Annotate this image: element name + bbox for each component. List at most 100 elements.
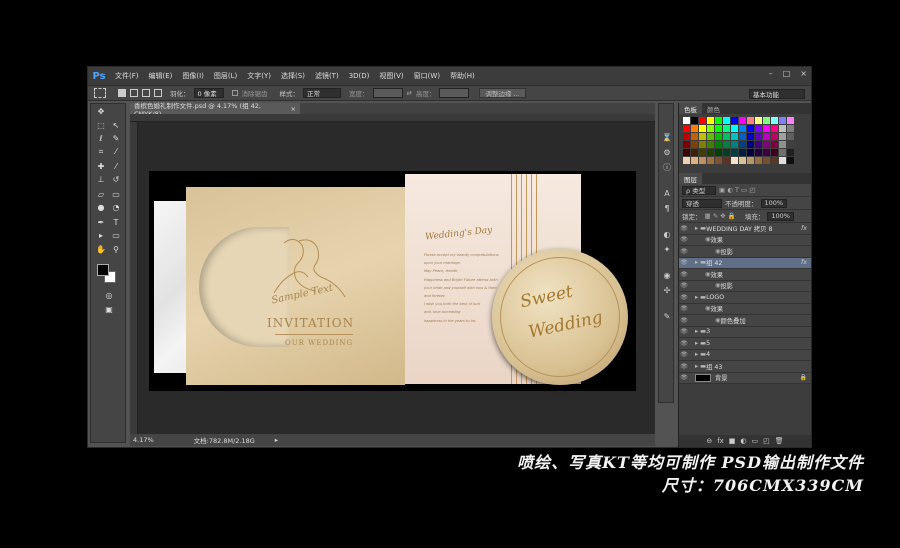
swatch[interactable]: [707, 141, 714, 148]
menu-3d[interactable]: 3D(D): [344, 72, 375, 80]
visibility-eye-icon[interactable]: 👁: [679, 317, 689, 324]
layer-row[interactable]: 👁 ▸ ▬ 组 43: [679, 361, 811, 373]
layer-row[interactable]: 👁 ◉ 投影: [679, 280, 811, 292]
swatch[interactable]: [771, 133, 778, 140]
swatch[interactable]: [779, 133, 786, 140]
swatch[interactable]: [699, 125, 706, 132]
new-selection-icon[interactable]: [118, 89, 126, 97]
swatch[interactable]: [715, 133, 722, 140]
swatch[interactable]: [683, 157, 690, 164]
swatch[interactable]: [731, 149, 738, 156]
folder-icon[interactable]: ▸ ▬: [695, 225, 706, 232]
workspace-select[interactable]: 基本功能: [749, 89, 805, 99]
swatch[interactable]: [715, 117, 722, 124]
visibility-eye-icon[interactable]: 👁: [679, 248, 689, 255]
swatch[interactable]: [731, 157, 738, 164]
history-brush-icon[interactable]: ↺: [110, 174, 122, 185]
document-tab-close-icon[interactable]: ×: [291, 105, 296, 113]
swatch[interactable]: [779, 141, 786, 148]
swatch[interactable]: [715, 149, 722, 156]
layer-row[interactable]: 👁 ▸ ▬ WEDDING DAY 拷贝 8 fx: [679, 223, 811, 235]
zoom-icon[interactable]: ⚲: [110, 244, 122, 255]
swatch[interactable]: [771, 141, 778, 148]
swatch[interactable]: [723, 133, 730, 140]
type-icon[interactable]: T: [110, 217, 122, 228]
swatch[interactable]: [771, 117, 778, 124]
swatch[interactable]: [707, 117, 714, 124]
swatch[interactable]: [683, 149, 690, 156]
visibility-eye-icon[interactable]: 👁: [679, 305, 689, 312]
swatch[interactable]: [755, 157, 762, 164]
swatch[interactable]: [779, 149, 786, 156]
swatch[interactable]: [771, 157, 778, 164]
move-arrow-icon[interactable]: ↖: [110, 120, 122, 131]
swatch[interactable]: [731, 125, 738, 132]
new-layer-icon[interactable]: ◰: [763, 437, 770, 445]
swatch[interactable]: [707, 157, 714, 164]
tab-layers[interactable]: 图层: [679, 173, 702, 184]
lock-icons[interactable]: ▦ ✎ ✥ 🔒: [705, 212, 736, 220]
swatch[interactable]: [691, 125, 698, 132]
new-group-icon[interactable]: ▭: [752, 437, 759, 445]
swatch[interactable]: [763, 141, 770, 148]
swatch[interactable]: [779, 117, 786, 124]
swatch[interactable]: [763, 125, 770, 132]
swatch[interactable]: [699, 117, 706, 124]
fx-icon[interactable]: fx: [717, 437, 724, 445]
maximize-button[interactable]: □: [783, 69, 791, 78]
pen-icon[interactable]: ✒: [95, 217, 107, 228]
swatch[interactable]: [787, 157, 794, 164]
adjustments-icon[interactable]: ◐: [662, 229, 672, 239]
move-tool-icon[interactable]: ✥: [95, 106, 107, 117]
layer-row[interactable]: 👁 ▸ ▬ 5: [679, 338, 811, 350]
history-icon[interactable]: ⌛: [662, 132, 672, 142]
swatch[interactable]: [715, 141, 722, 148]
swatch[interactable]: [739, 133, 746, 140]
swatch[interactable]: [683, 133, 690, 140]
brushes-icon[interactable]: ✎: [662, 311, 672, 321]
gradient-icon[interactable]: ▭: [110, 189, 122, 200]
style-select[interactable]: 正常: [303, 88, 341, 98]
visibility-eye-icon[interactable]: 👁: [679, 363, 689, 370]
status-menu-arrow[interactable]: ▸: [275, 436, 278, 444]
swatch[interactable]: [763, 157, 770, 164]
swatch-grid[interactable]: [679, 114, 811, 167]
folder-icon[interactable]: ▸ ▬: [695, 340, 706, 347]
channels-icon[interactable]: ◉: [662, 270, 672, 280]
layer-row[interactable]: 👁 ◉ 投影: [679, 246, 811, 258]
stamp-icon[interactable]: ⊥: [95, 174, 107, 185]
properties-icon[interactable]: ⚙: [662, 147, 672, 157]
swap-icon[interactable]: ⇄: [407, 89, 412, 97]
swatch[interactable]: [731, 141, 738, 148]
close-button[interactable]: ×: [800, 69, 807, 78]
marquee-tool-icon[interactable]: [94, 88, 106, 98]
path-select-icon[interactable]: ▸: [95, 230, 107, 241]
dodge-icon[interactable]: ◔: [110, 202, 122, 213]
zoom-level[interactable]: 4.17%: [133, 436, 154, 444]
document-tab[interactable]: 香槟色婚礼制作文件.psd @ 4.17% (组 42, CMYK/8) ×: [130, 102, 300, 118]
visibility-eye-icon[interactable]: 👁: [679, 259, 689, 266]
shape-icon[interactable]: ▭: [110, 230, 122, 241]
eraser-icon[interactable]: ▱: [95, 189, 107, 200]
swatch[interactable]: [747, 141, 754, 148]
swatch[interactable]: [723, 125, 730, 132]
swatch[interactable]: [723, 149, 730, 156]
paths-icon[interactable]: ✣: [662, 285, 672, 295]
rect-marquee-icon[interactable]: ⬚: [95, 120, 107, 131]
blend-mode-select[interactable]: 穿透: [682, 198, 722, 208]
refine-edge-button[interactable]: 调整边缘 ...: [479, 88, 526, 98]
layer-filter-select[interactable]: ρ 类型: [682, 185, 716, 195]
menu-select[interactable]: 选择(S): [276, 71, 310, 81]
swatch[interactable]: [691, 141, 698, 148]
swatch[interactable]: [739, 141, 746, 148]
swatch[interactable]: [691, 157, 698, 164]
layer-row[interactable]: 👁 ▸ ▬ 组 42 fx: [679, 257, 811, 269]
swatch[interactable]: [747, 157, 754, 164]
quick-select-icon[interactable]: ✎: [110, 133, 122, 144]
swatch[interactable]: [699, 133, 706, 140]
screen-mode-icon[interactable]: ▣: [103, 304, 115, 315]
visibility-eye-icon[interactable]: 👁: [679, 282, 689, 289]
add-mask-icon[interactable]: ■: [729, 437, 736, 445]
visibility-eye-icon[interactable]: 👁: [679, 225, 689, 232]
swatch[interactable]: [699, 149, 706, 156]
